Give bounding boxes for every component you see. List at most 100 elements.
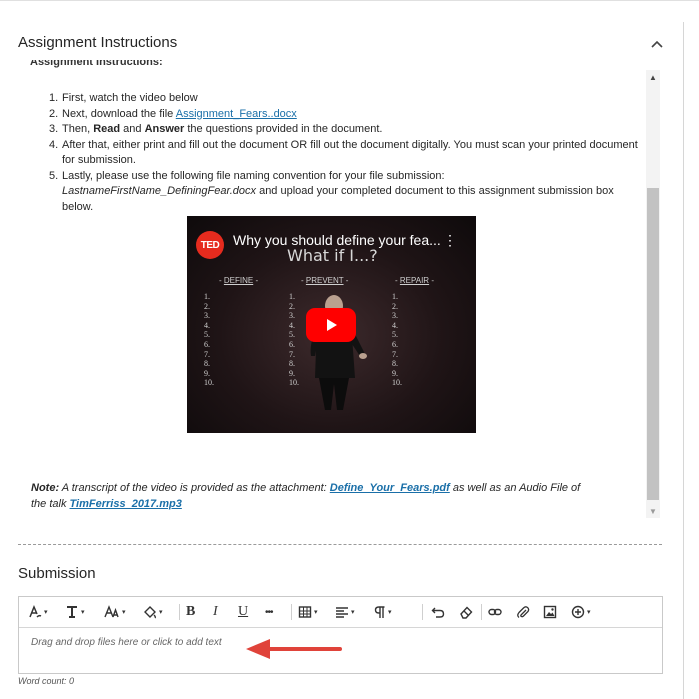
list-number: 9.: [204, 368, 210, 378]
scroll-thumb[interactable]: [647, 188, 659, 500]
table-button[interactable]: ▾: [298, 604, 318, 620]
panel-right-border: [683, 22, 684, 699]
align-button[interactable]: ▾: [335, 604, 355, 620]
paragraph-button[interactable]: ▾: [374, 604, 392, 620]
assignment-instructions-title: Assignment Instructions: [18, 34, 178, 51]
step-3: 3. Then, Read and Answer the questions p…: [49, 122, 641, 138]
chevron-up-icon: [651, 40, 663, 48]
undo-button[interactable]: [431, 604, 445, 620]
step-text: Then,: [62, 123, 94, 135]
transcript-pdf-link[interactable]: Define_Your_Fears.pdf: [330, 482, 450, 494]
highlight-button[interactable]: ▾: [143, 604, 163, 620]
prevent-numbers: 1. 2. 3. 4. 5. 6. 7. 8. 9. 10.: [289, 292, 299, 388]
column-heading: REPAIR: [399, 276, 430, 285]
ted-logo: TED: [196, 231, 224, 259]
column-heading: PREVENT: [305, 276, 344, 285]
video-more-icon[interactable]: ⋮: [443, 232, 457, 249]
underline-icon[interactable]: U: [238, 604, 248, 620]
clear-format-button[interactable]: [459, 604, 473, 620]
list-number: 3.: [392, 311, 398, 321]
list-number: 6.: [392, 339, 398, 349]
text-style-button[interactable]: ▾: [28, 604, 48, 620]
step-4: 4. After that, either print and fill out…: [49, 138, 641, 169]
word-count: Word count: 0: [18, 676, 75, 686]
list-number: 1.: [392, 292, 398, 301]
table-icon: [298, 606, 312, 618]
list-number: 1.: [204, 292, 210, 301]
editor-placeholder: Drag and drop files here or click to add…: [31, 637, 222, 648]
submission-editor[interactable]: ▾ ▾ ▾ ▾ B I U ••• ▾ ▾ ▾ ▾ Drag and drop …: [18, 596, 663, 674]
define-numbers: 1. 2. 3. 4. 5. 6. 7. 8. 9. 10.: [204, 292, 214, 388]
slide-column-prevent: - PREVENT -: [301, 276, 349, 285]
font-size-button[interactable]: ▾: [104, 604, 126, 620]
step-text: Next, download the file: [62, 107, 176, 120]
step-bold-answer: Answer: [144, 123, 185, 135]
paragraph-icon: [374, 606, 385, 618]
list-number: 8.: [392, 359, 398, 369]
font-button[interactable]: ▾: [65, 604, 85, 620]
text-style-icon: [29, 605, 42, 618]
list-number: 4.: [392, 320, 398, 330]
play-button[interactable]: [306, 308, 356, 342]
play-icon: [327, 319, 337, 331]
step-text: Lastly, please use the following file na…: [62, 169, 445, 182]
annotation-arrow: [246, 639, 342, 659]
step-2: 2. Next, download the file Assignment_Fe…: [49, 107, 641, 123]
italic-icon[interactable]: I: [213, 604, 218, 620]
list-number: 4.: [204, 320, 210, 330]
more-icon[interactable]: •••: [265, 604, 273, 620]
toolbar-separator: [481, 604, 482, 620]
step-text: and: [120, 123, 145, 135]
step-number: 2.: [49, 107, 59, 120]
list-number: 7.: [392, 349, 398, 359]
video-slide-heading: What if I...?: [287, 246, 378, 265]
list-number: 1.: [289, 292, 295, 301]
link-button[interactable]: [488, 604, 502, 620]
step-5: 5. Lastly, please use the following file…: [49, 169, 641, 216]
file-naming-convention: LastnameFirstName_DefiningFear.docx: [62, 185, 257, 197]
step-text: the questions provided in the document.: [184, 123, 383, 135]
repair-numbers: 1. 2. 3. 4. 5. 6. 7. 8. 9. 10.: [392, 292, 402, 388]
slide-column-repair: - REPAIR -: [395, 276, 434, 285]
list-number: 7.: [289, 349, 295, 359]
image-icon: [543, 605, 557, 619]
list-number: 4.: [289, 320, 295, 330]
list-number: 5.: [392, 330, 398, 340]
list-number: 8.: [204, 359, 210, 369]
audio-file-link[interactable]: TimFerriss_2017.mp3: [70, 498, 182, 510]
step-1: 1. First, watch the video below: [49, 91, 641, 107]
list-number: 6.: [289, 339, 295, 349]
instructions-scrollbar[interactable]: ▲ ▼: [646, 70, 660, 518]
list-number: 6.: [204, 339, 210, 349]
attach-button[interactable]: [516, 604, 530, 620]
list-number: 3.: [204, 311, 210, 321]
note-text: A transcript of the video is provided as…: [59, 482, 330, 494]
toolbar-separator: [291, 604, 292, 620]
step-number: 5.: [49, 169, 59, 182]
list-number: 5.: [204, 330, 210, 340]
step-text: First, watch the video below: [62, 92, 198, 104]
video-player[interactable]: TED Why you should define your fea... ⋮ …: [187, 216, 476, 433]
insert-content-button[interactable]: ▾: [571, 604, 591, 620]
column-heading: DEFINE: [223, 276, 254, 285]
submission-title: Submission: [18, 565, 96, 582]
list-number: 10.: [204, 378, 214, 388]
assignment-doc-link[interactable]: Assignment_Fears..docx: [176, 108, 297, 120]
bold-icon[interactable]: B: [186, 604, 195, 620]
collapse-button[interactable]: [648, 36, 666, 52]
toolbar-separator: [179, 604, 180, 620]
list-number: 8.: [289, 359, 295, 369]
image-button[interactable]: [543, 604, 557, 620]
note-label: Note:: [31, 482, 60, 494]
list-number: 9.: [392, 368, 398, 378]
font-icon: [67, 606, 77, 618]
list-number: 2.: [289, 301, 295, 311]
step-bold-read: Read: [93, 123, 121, 135]
align-icon: [336, 607, 348, 618]
scroll-up-arrow-icon[interactable]: ▲: [646, 70, 660, 84]
step-number: 1.: [49, 92, 59, 104]
list-number: 5.: [289, 330, 295, 340]
transcript-note: Note: A transcript of the video is provi…: [31, 480, 591, 512]
highlight-icon: [144, 606, 157, 619]
scroll-down-arrow-icon[interactable]: ▼: [646, 504, 660, 518]
